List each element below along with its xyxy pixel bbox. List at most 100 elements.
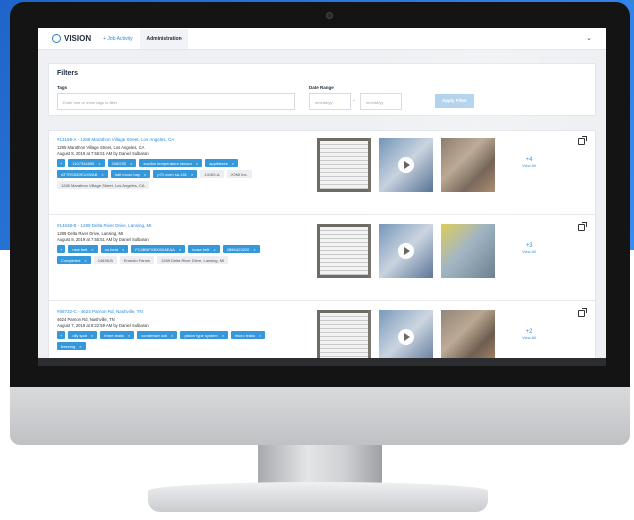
meta-chip: Ernesto Farms [119,256,155,264]
tag-label: half moon bay [114,172,140,177]
tag[interactable]: suction temperature sensor × [139,159,203,167]
photo-thumbnail[interactable] [441,138,495,192]
remove-tag-icon[interactable]: × [171,333,173,338]
tag[interactable]: half moon bay × [110,170,151,178]
screen: VISION + Job Activity Administration ⌄ F… [38,28,606,366]
view-all-photos[interactable]: +3 View All [509,243,549,254]
remove-tag-icon[interactable]: × [128,333,130,338]
remove-tag-icon[interactable]: × [144,172,146,177]
remove-tag-icon[interactable]: × [222,333,224,338]
share-icon[interactable] [578,136,587,145]
tag[interactable]: oily spot × [68,331,98,339]
chevron-down-icon[interactable]: ⌄ [586,34,592,42]
job-address: 1289 Delta River Drive, Lansing, MI [57,231,124,236]
photo-thumbnail[interactable] [317,138,371,192]
tag-label: Completed [61,258,81,263]
top-nav: VISION + Job Activity Administration ⌄ [38,28,606,50]
add-tag-button[interactable]: + [57,159,66,167]
apply-filter-button[interactable]: Apply Filter [435,94,474,108]
remove-tag-icon[interactable]: × [213,247,215,252]
brand-name: VISION [64,34,92,43]
tag[interactable]: 208/230 × [107,159,137,167]
view-all-link[interactable]: View All [509,335,549,340]
job-title-link[interactable]: #58732-C - 4624 Parnon Rd, Nashville, TN [57,309,143,314]
remove-tag-icon[interactable]: × [179,247,181,252]
photo-thumbnail[interactable] [317,224,371,278]
tags-input[interactable]: Enter one or more tags to filter [57,93,295,110]
view-all-photos[interactable]: +2 View All [509,329,549,340]
tag[interactable]: micro leaks × [230,331,266,339]
monitor-chin [10,387,630,445]
tag[interactable]: applebees × [205,159,239,167]
remove-tag-icon[interactable]: × [91,333,93,338]
share-icon[interactable] [578,308,587,317]
remove-tag-icon[interactable]: × [79,344,81,349]
remove-tag-icon[interactable]: × [122,247,124,252]
tag[interactable]: new belt × [68,245,98,253]
view-all-link[interactable]: View All [509,249,549,254]
date-to-input[interactable]: mm/dd/yy [360,93,402,110]
job-title-link[interactable]: #14638-B - 1289 Delta River Drive, Lansi… [57,223,152,228]
remove-tag-icon[interactable]: × [84,258,86,263]
remove-tag-icon[interactable]: × [259,333,261,338]
remove-tag-icon[interactable]: × [98,161,100,166]
brand-logo[interactable]: VISION [52,34,91,43]
tag[interactable]: Completed × [57,256,91,264]
play-icon[interactable] [398,157,414,173]
photo-thumbnail[interactable] [317,310,371,364]
tag[interactable]: ATTRS530E1000AB × [57,170,108,178]
remove-tag-icon[interactable]: × [130,161,132,166]
video-thumbnail[interactable] [379,310,433,364]
video-thumbnail[interactable] [379,224,433,278]
remove-tag-icon[interactable]: × [91,247,93,252]
view-all-link[interactable]: View All [509,163,549,168]
tag[interactable]: FC4BNF030000AEAA × [131,245,186,253]
date-from-input[interactable]: mm/dd/yy [309,93,351,110]
add-tag-button[interactable]: + [57,331,66,339]
tag-label: FC4BNF030000AEAA [135,247,175,252]
tag[interactable]: no heat × [100,245,129,253]
video-thumbnail[interactable] [379,138,433,192]
tag-label: micro leaks [234,333,256,338]
tag-label: 1107344855 [72,161,95,166]
tag[interactable]: piston type system × [180,331,228,339]
nav-link-job-activity[interactable]: + Job Activity [103,36,132,42]
meta-chip: 13169-A [200,170,224,178]
tag[interactable]: 1107344855 × [68,159,105,167]
tag[interactable]: condenser coil × [137,331,178,339]
tag-label: three leaks [104,333,124,338]
meta-chip: JOMI Inc. [226,170,252,178]
tag-label: 208/230 [111,161,127,166]
job-card: #14638-B - 1289 Delta River Drive, Lansi… [49,217,597,301]
view-all-photos[interactable]: +4 View All [509,157,549,168]
tag-label: piston type system [184,333,218,338]
meta-chip: 14638-B [93,256,117,264]
job-date: August 7, 2019 at 8:22:59 AM by Daniel S… [57,323,149,328]
photo-thumbnail[interactable] [441,224,495,278]
job-title-link[interactable]: #13169-A - 1285 Marathon Village Street,… [57,137,174,142]
add-tag-button[interactable]: + [57,245,66,253]
tab-administration[interactable]: Administration [140,28,188,49]
remove-tag-icon[interactable]: × [196,161,198,166]
tag[interactable]: loose belt × [188,245,220,253]
photo-thumbnail[interactable] [441,310,495,364]
filters-panel: Filters Tags Enter one or more tags to f… [48,63,596,116]
play-icon[interactable] [398,329,414,345]
tag-label: freezing [61,344,76,349]
remove-tag-icon[interactable]: × [232,161,234,166]
filters-title: Filters [57,70,79,77]
tag[interactable]: 2896A23220 × [222,245,260,253]
tag[interactable]: freezing × [57,342,86,350]
play-icon[interactable] [398,243,414,259]
tag-label: new belt [72,247,88,252]
tag[interactable]: p70 oven sa-181 × [153,170,198,178]
remove-tag-icon[interactable]: × [253,247,255,252]
remove-tag-icon[interactable]: × [101,172,103,177]
remove-tag-icon[interactable]: × [191,172,193,177]
job-results: #13169-A - 1285 Marathon Village Street,… [48,130,597,366]
tag-label: ATTRS530E1000AB [61,172,98,177]
share-icon[interactable] [578,222,587,231]
vision-logo-icon [52,34,61,43]
tag[interactable]: three leaks × [100,331,135,339]
monitor-base [148,482,488,512]
